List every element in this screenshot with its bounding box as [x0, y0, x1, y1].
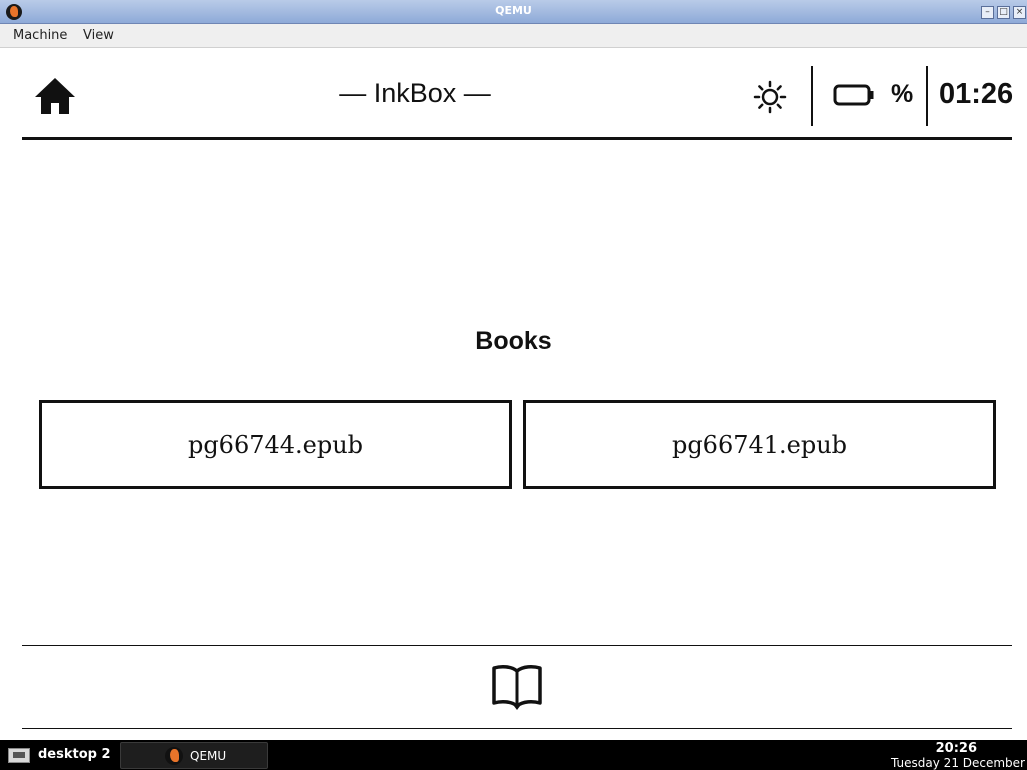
inkbox-header: — InkBox — % 01:26 [5, 48, 1022, 140]
minimize-button[interactable]: – [981, 6, 994, 19]
window-title: QEMU [495, 4, 532, 17]
header-divider [811, 66, 813, 126]
menu-view[interactable]: View [83, 28, 114, 43]
clock: 01:26 [939, 78, 1014, 110]
taskbar-task-qemu[interactable]: QEMU [120, 742, 268, 769]
book-button[interactable]: pg66744.epub [39, 400, 512, 489]
menubar: Machine View [0, 24, 1027, 48]
close-button[interactable]: × [1013, 6, 1026, 19]
taskbar-date: Tuesday 21 December [891, 756, 1025, 770]
header-divider-line [22, 137, 1012, 140]
brightness-icon[interactable] [753, 80, 787, 114]
guest-screen: — InkBox — % 01:26 Books pg66744.epub pg… [5, 48, 1022, 740]
taskbar: desktop 2 QEMU 20:26 Tuesday 21 December [0, 740, 1027, 770]
task-label: QEMU [190, 749, 227, 763]
battery-icon [833, 84, 874, 106]
desktop-label[interactable]: desktop 2 [38, 747, 111, 762]
menu-machine[interactable]: Machine [13, 28, 67, 43]
header-divider [926, 66, 928, 126]
taskbar-time: 20:26 [935, 741, 977, 756]
battery-percent: % [891, 80, 914, 108]
book-button[interactable]: pg66741.epub [523, 400, 996, 489]
maximize-button[interactable]: □ [997, 6, 1010, 19]
books-heading: Books [475, 327, 552, 355]
footer-divider-line [22, 728, 1012, 729]
app-title: — InkBox — [339, 78, 491, 108]
window-titlebar[interactable]: QEMU – □ × [0, 0, 1027, 24]
book-open-icon[interactable] [491, 663, 543, 711]
footer-divider-line [22, 645, 1012, 646]
qemu-task-icon [165, 747, 183, 765]
desktop-switcher-icon[interactable] [8, 748, 30, 763]
